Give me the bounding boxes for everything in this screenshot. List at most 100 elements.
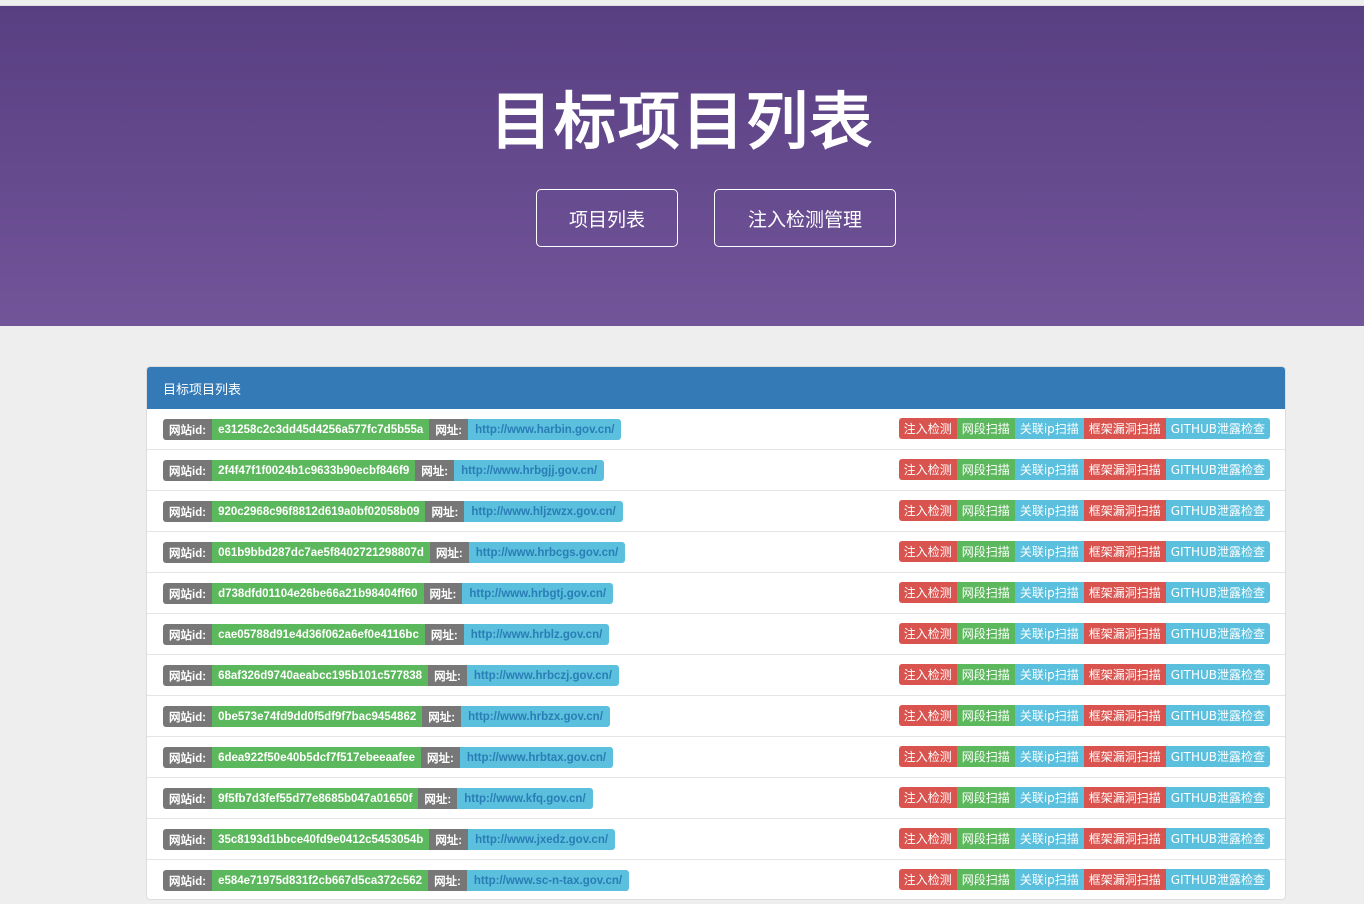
- site-id-value: d738dfd01104e26be66a21b98404ff60: [212, 583, 424, 604]
- table-row: 网站id: e584e71975d831f2cb667d5ca372c562 网址:…: [147, 860, 1285, 899]
- inject-check-button[interactable]: 注入检测: [898, 582, 957, 603]
- framework-vuln-scan-button[interactable]: 框架漏洞扫描: [1083, 664, 1166, 685]
- inject-check-button[interactable]: 注入检测: [898, 787, 957, 808]
- github-leak-check-button[interactable]: GITHUB泄露检查: [1165, 664, 1270, 685]
- site-url-link[interactable]: http://www.hrbtax.gov.cn/: [459, 747, 614, 768]
- related-ip-scan-button[interactable]: 关联ip扫描: [1014, 541, 1084, 562]
- related-ip-scan-button[interactable]: 关联ip扫描: [1014, 787, 1084, 808]
- framework-vuln-scan-button[interactable]: 框架漏洞扫描: [1083, 418, 1166, 439]
- github-leak-check-button[interactable]: GITHUB泄露检查: [1165, 705, 1270, 726]
- subnet-scan-button[interactable]: 网段扫描: [956, 623, 1015, 644]
- subnet-scan-button[interactable]: 网段扫描: [956, 418, 1015, 439]
- github-leak-check-button[interactable]: GITHUB泄露检查: [1165, 869, 1270, 890]
- subnet-scan-button[interactable]: 网段扫描: [956, 664, 1015, 685]
- injection-management-button[interactable]: 注入检测管理: [714, 189, 896, 247]
- github-leak-check-button[interactable]: GITHUB泄露检查: [1165, 418, 1270, 439]
- framework-vuln-scan-button[interactable]: 框架漏洞扫描: [1083, 787, 1166, 808]
- inject-check-button[interactable]: 注入检测: [898, 418, 957, 439]
- action-button-group: 注入检测 网段扫描 关联ip扫描 框架漏洞扫描 GITHUB泄露检查: [898, 500, 1270, 521]
- framework-vuln-scan-button[interactable]: 框架漏洞扫描: [1083, 705, 1166, 726]
- inject-check-button[interactable]: 注入检测: [898, 664, 957, 685]
- table-row: 网站id: 6dea922f50e40b5dcf7f517ebeeaafee 网址:…: [147, 737, 1285, 778]
- site-url-link[interactable]: http://www.kfq.gov.cn/: [457, 788, 593, 809]
- site-info: 网站id: 061b9bbd287dc7ae5f8402721298807d 网址:…: [163, 542, 626, 563]
- site-url-link[interactable]: http://www.hrblz.gov.cn/: [463, 624, 610, 645]
- inject-check-button[interactable]: 注入检测: [898, 705, 957, 726]
- inject-check-button[interactable]: 注入检测: [898, 459, 957, 480]
- subnet-scan-button[interactable]: 网段扫描: [956, 828, 1015, 849]
- subnet-scan-button[interactable]: 网段扫描: [956, 500, 1015, 521]
- framework-vuln-scan-button[interactable]: 框架漏洞扫描: [1083, 459, 1166, 480]
- site-url-link[interactable]: http://www.jxedz.gov.cn/: [468, 829, 616, 850]
- site-url-label: 网址:: [415, 460, 455, 481]
- site-id-value: 9f5fb7d3fef55d77e8685b047a01650f: [212, 788, 419, 809]
- action-button-group: 注入检测 网段扫描 关联ip扫描 框架漏洞扫描 GITHUB泄露检查: [898, 746, 1270, 767]
- github-leak-check-button[interactable]: GITHUB泄露检查: [1165, 582, 1270, 603]
- github-leak-check-button[interactable]: GITHUB泄露检查: [1165, 828, 1270, 849]
- github-leak-check-button[interactable]: GITHUB泄露检查: [1165, 500, 1270, 521]
- inject-check-button[interactable]: 注入检测: [898, 500, 957, 521]
- subnet-scan-button[interactable]: 网段扫描: [956, 746, 1015, 767]
- site-id-label: 网站id:: [163, 419, 213, 440]
- site-info: 网站id: cae05788d91e4d36f062a6ef0e4116bc 网址:…: [163, 624, 610, 645]
- github-leak-check-button[interactable]: GITHUB泄露检查: [1165, 746, 1270, 767]
- site-id-value: 0be573e74fd9dd0f5df9f7bac9454862: [212, 706, 423, 727]
- site-url-link[interactable]: http://www.hrbgtj.gov.cn/: [462, 583, 614, 604]
- inject-check-button[interactable]: 注入检测: [898, 623, 957, 644]
- site-url-link[interactable]: http://www.sc-n-tax.gov.cn/: [466, 870, 630, 891]
- site-url-link[interactable]: http://www.hrbczj.gov.cn/: [466, 665, 619, 686]
- related-ip-scan-button[interactable]: 关联ip扫描: [1014, 746, 1084, 767]
- site-info: 网站id: d738dfd01104e26be66a21b98404ff60 网址:…: [163, 583, 614, 604]
- inject-check-button[interactable]: 注入检测: [898, 828, 957, 849]
- table-row: 网站id: 061b9bbd287dc7ae5f8402721298807d 网址:…: [147, 532, 1285, 573]
- github-leak-check-button[interactable]: GITHUB泄露检查: [1165, 541, 1270, 562]
- framework-vuln-scan-button[interactable]: 框架漏洞扫描: [1083, 828, 1166, 849]
- related-ip-scan-button[interactable]: 关联ip扫描: [1014, 418, 1084, 439]
- site-id-label: 网站id:: [163, 788, 213, 809]
- related-ip-scan-button[interactable]: 关联ip扫描: [1014, 828, 1084, 849]
- related-ip-scan-button[interactable]: 关联ip扫描: [1014, 623, 1084, 644]
- related-ip-scan-button[interactable]: 关联ip扫描: [1014, 582, 1084, 603]
- framework-vuln-scan-button[interactable]: 框架漏洞扫描: [1083, 500, 1166, 521]
- subnet-scan-button[interactable]: 网段扫描: [956, 787, 1015, 808]
- subnet-scan-button[interactable]: 网段扫描: [956, 459, 1015, 480]
- site-url-label: 网址:: [423, 583, 463, 604]
- framework-vuln-scan-button[interactable]: 框架漏洞扫描: [1083, 746, 1166, 767]
- table-row: 网站id: e31258c2c3dd45d4256a577fc7d5b55a 网址:…: [147, 409, 1285, 450]
- site-info: 网站id: 35c8193d1bbce40fd9e0412c5453054b 网址:…: [163, 829, 616, 850]
- site-url-label: 网址:: [429, 542, 469, 563]
- project-list: 网站id: e31258c2c3dd45d4256a577fc7d5b55a 网址:…: [147, 409, 1285, 899]
- framework-vuln-scan-button[interactable]: 框架漏洞扫描: [1083, 623, 1166, 644]
- github-leak-check-button[interactable]: GITHUB泄露检查: [1165, 623, 1270, 644]
- site-id-value: cae05788d91e4d36f062a6ef0e4116bc: [212, 624, 425, 645]
- site-id-label: 网站id:: [163, 501, 213, 522]
- site-url-link[interactable]: http://www.hljzwzx.gov.cn/: [464, 501, 623, 522]
- site-url-label: 网址:: [429, 829, 469, 850]
- site-id-label: 网站id:: [163, 870, 213, 891]
- inject-check-button[interactable]: 注入检测: [898, 746, 957, 767]
- site-url-label: 网址:: [420, 747, 460, 768]
- inject-check-button[interactable]: 注入检测: [898, 541, 957, 562]
- site-url-label: 网址:: [429, 419, 469, 440]
- framework-vuln-scan-button[interactable]: 框架漏洞扫描: [1083, 541, 1166, 562]
- related-ip-scan-button[interactable]: 关联ip扫描: [1014, 459, 1084, 480]
- related-ip-scan-button[interactable]: 关联ip扫描: [1014, 705, 1084, 726]
- framework-vuln-scan-button[interactable]: 框架漏洞扫描: [1083, 869, 1166, 890]
- subnet-scan-button[interactable]: 网段扫描: [956, 541, 1015, 562]
- subnet-scan-button[interactable]: 网段扫描: [956, 582, 1015, 603]
- site-url-link[interactable]: http://www.hrbzx.gov.cn/: [461, 706, 610, 727]
- github-leak-check-button[interactable]: GITHUB泄露检查: [1165, 787, 1270, 808]
- github-leak-check-button[interactable]: GITHUB泄露检查: [1165, 459, 1270, 480]
- project-list-button[interactable]: 项目列表: [536, 189, 678, 247]
- related-ip-scan-button[interactable]: 关联ip扫描: [1014, 500, 1084, 521]
- site-id-label: 网站id:: [163, 706, 213, 727]
- framework-vuln-scan-button[interactable]: 框架漏洞扫描: [1083, 582, 1166, 603]
- site-url-link[interactable]: http://www.harbin.gov.cn/: [468, 419, 622, 440]
- subnet-scan-button[interactable]: 网段扫描: [956, 869, 1015, 890]
- subnet-scan-button[interactable]: 网段扫描: [956, 705, 1015, 726]
- site-url-link[interactable]: http://www.hrbcgs.gov.cn/: [468, 542, 626, 563]
- site-url-link[interactable]: http://www.hrbgjj.gov.cn/: [454, 460, 605, 481]
- related-ip-scan-button[interactable]: 关联ip扫描: [1014, 664, 1084, 685]
- related-ip-scan-button[interactable]: 关联ip扫描: [1014, 869, 1084, 890]
- inject-check-button[interactable]: 注入检测: [898, 869, 957, 890]
